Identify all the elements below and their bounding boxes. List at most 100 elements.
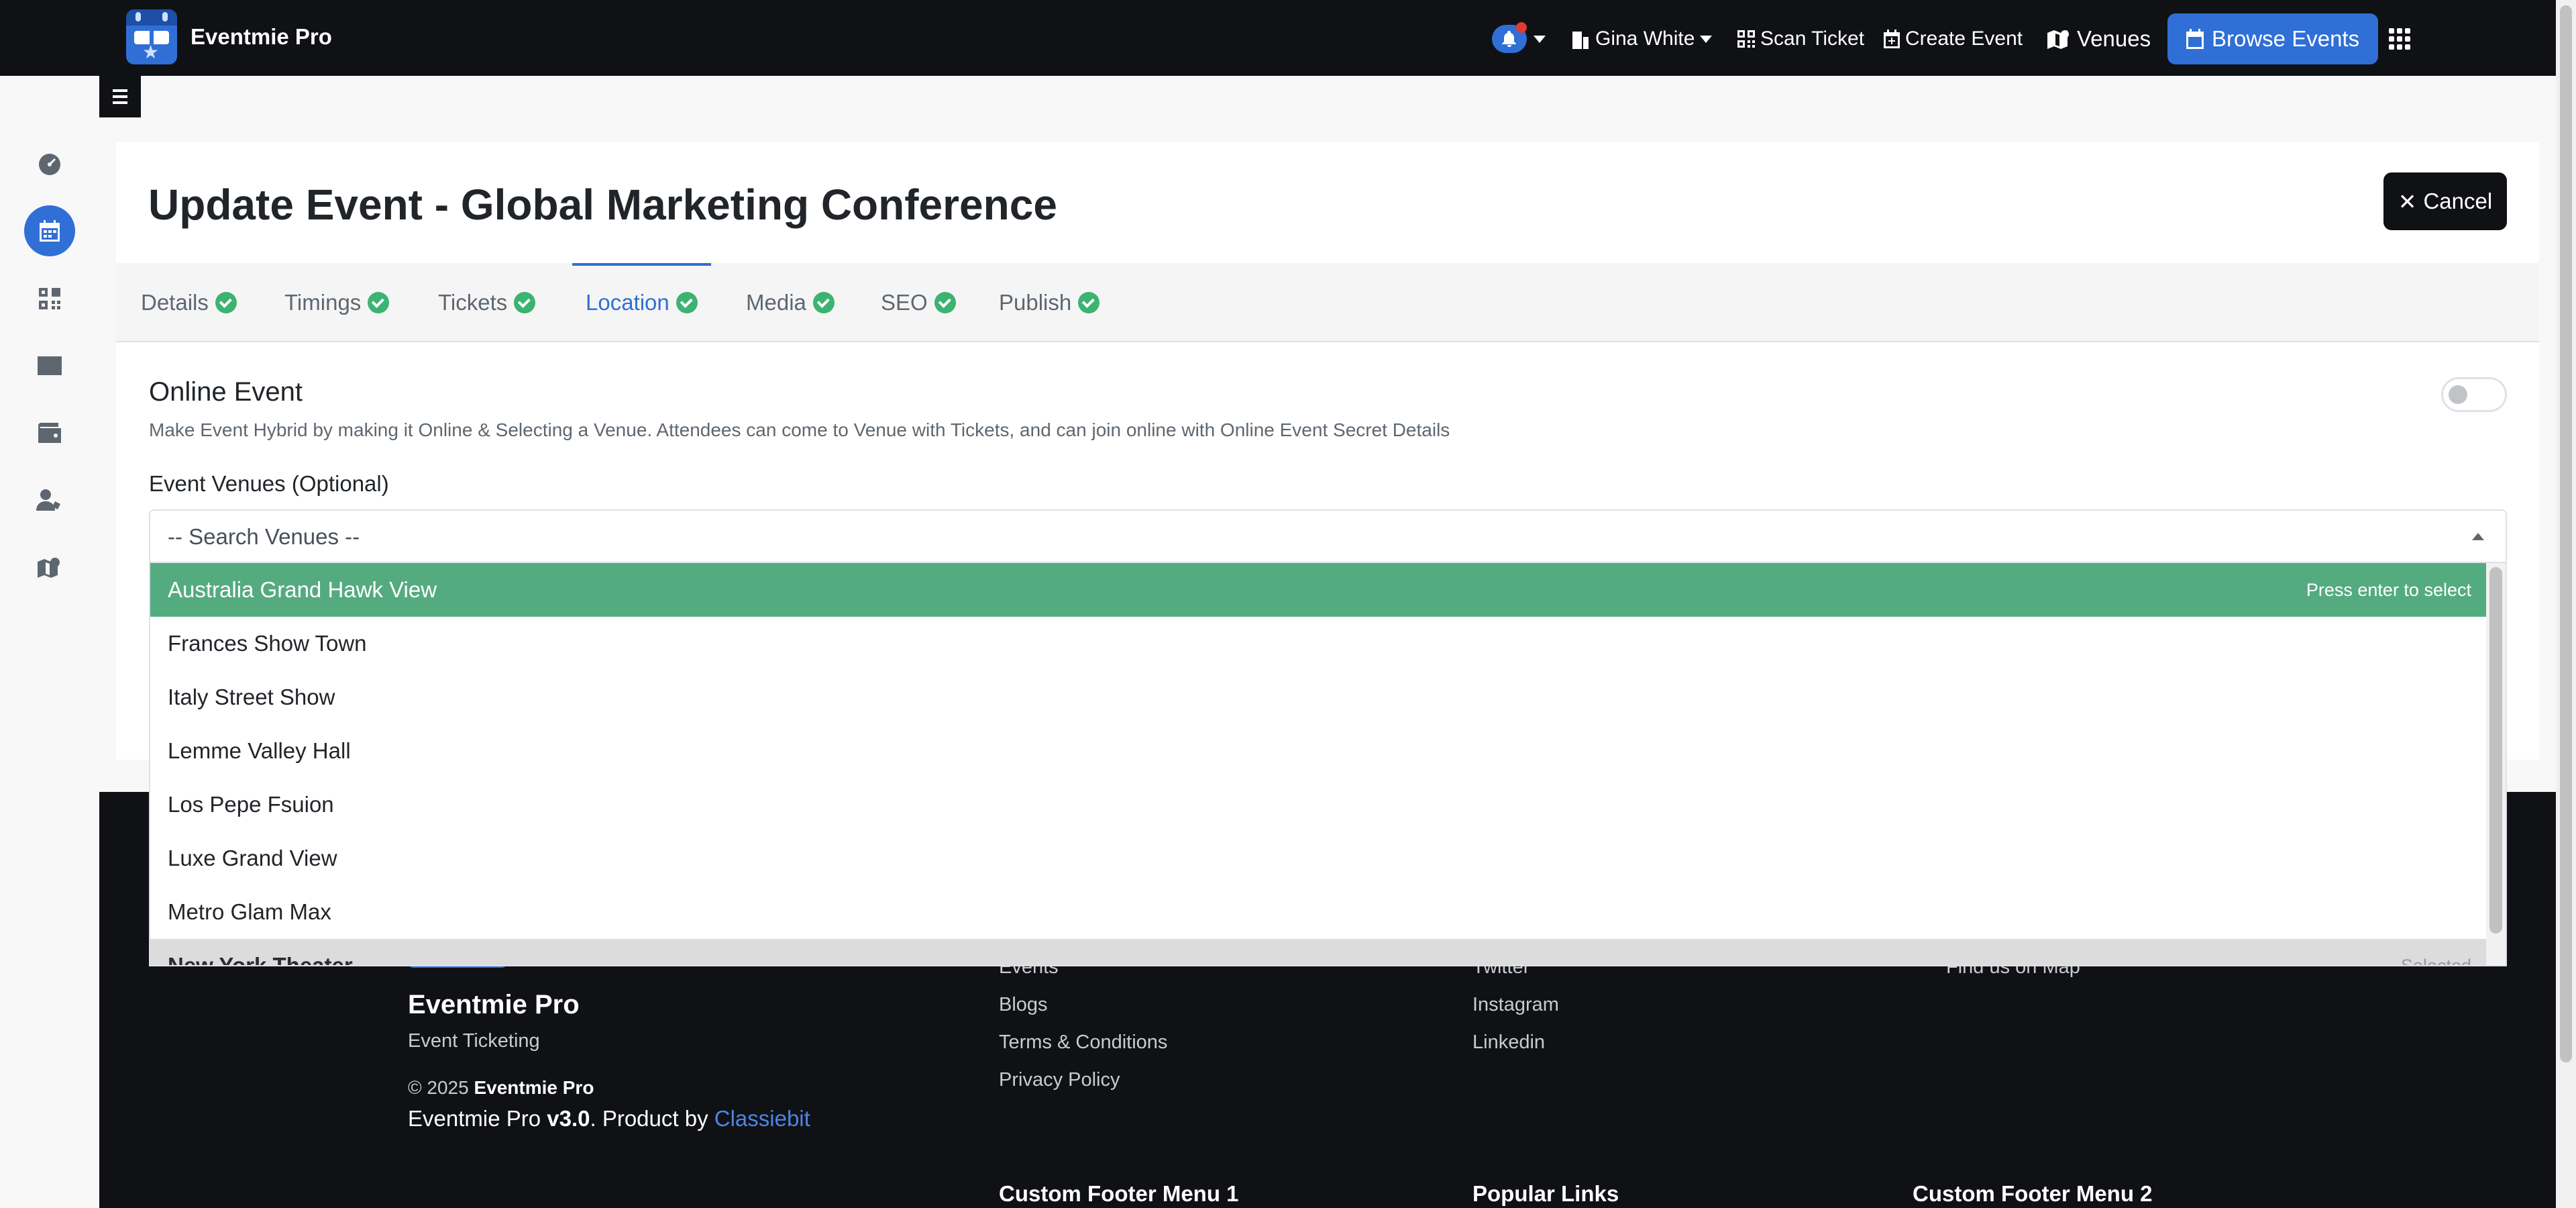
grid-icon <box>2389 28 2410 50</box>
tab-timings[interactable]: Timings <box>284 263 390 342</box>
footer-link-privacy[interactable]: Privacy Policy <box>999 1069 1120 1091</box>
page-title: Update Event - Global Marketing Conferen… <box>148 181 1057 229</box>
venue-option[interactable]: Frances Show Town <box>150 617 2489 670</box>
tab-label: Tickets <box>438 290 508 315</box>
cancel-button[interactable]: ✕ Cancel <box>2383 172 2507 230</box>
user-name: Gina White <box>1595 28 1695 50</box>
dropdown-scrollbar-thumb[interactable] <box>2489 567 2502 934</box>
check-circle-icon <box>1078 292 1100 313</box>
bell-icon <box>1492 22 1527 53</box>
notification-dot <box>1516 22 1527 33</box>
footer-link-blogs[interactable]: Blogs <box>999 994 1048 1016</box>
venue-option-label: Frances Show Town <box>168 631 367 656</box>
tab-label: Location <box>586 290 669 315</box>
brand-name: Eventmie Pro <box>191 24 332 49</box>
dashboard-icon[interactable] <box>24 139 75 190</box>
online-event-description: Make Event Hybrid by making it Online & … <box>149 419 1450 440</box>
footer-popular-links-heading: Popular Links <box>1472 1181 1619 1206</box>
tab-details[interactable]: Details <box>141 263 237 342</box>
venue-dropdown-list: Australia Grand Hawk View Press enter to… <box>149 563 2507 966</box>
cancel-label: Cancel <box>2423 189 2493 213</box>
tab-seo[interactable]: SEO <box>881 263 956 342</box>
building-icon <box>1572 32 1589 49</box>
copyright-brand: Eventmie Pro <box>474 1077 594 1098</box>
venue-option[interactable]: Italy Street Show <box>150 670 2489 724</box>
sidebar-toggle-button[interactable] <box>99 76 141 117</box>
venue-option-label: Italy Street Show <box>168 685 335 709</box>
calendar-icon <box>2186 29 2204 49</box>
top-navbar: ★ Eventmie Pro Gina White Scan Ticket Cr… <box>0 0 2556 76</box>
footer-link-linkedin[interactable]: Linkedin <box>1472 1031 1545 1054</box>
page-scrollbar-thumb[interactable] <box>2560 5 2572 1062</box>
tickets-icon[interactable] <box>24 340 75 391</box>
scan-ticket-link[interactable]: Scan Ticket <box>1737 13 1864 64</box>
version-number: v3.0 <box>547 1106 590 1131</box>
footer-version: Eventmie Pro v3.0. Product by Classiebit <box>408 1106 810 1131</box>
wallet-icon[interactable] <box>24 407 75 458</box>
tab-label: SEO <box>881 290 928 315</box>
calendar-plus-icon <box>1884 30 1900 48</box>
events-calendar-icon[interactable] <box>24 205 75 256</box>
footer-brand: Eventmie Pro <box>408 990 580 1019</box>
press-enter-hint: Press enter to select <box>2306 579 2471 600</box>
venue-option-selected[interactable]: New York Theater Selected <box>150 939 2489 966</box>
venue-search-placeholder: -- Search Venues -- <box>168 524 360 549</box>
sidebar <box>0 76 99 1208</box>
chevron-up-icon <box>2472 533 2484 540</box>
tab-label: Timings <box>284 290 362 315</box>
venue-option[interactable]: Australia Grand Hawk View Press enter to… <box>150 563 2489 617</box>
online-event-title: Online Event <box>149 377 303 407</box>
venue-option-label: Lemme Valley Hall <box>168 738 351 763</box>
check-circle-icon <box>514 292 536 313</box>
selected-hint: Selected <box>2400 955 2471 966</box>
tab-tickets[interactable]: Tickets <box>438 263 536 342</box>
venue-option-label: New York Theater <box>168 953 353 966</box>
notifications-button[interactable] <box>1492 13 1546 64</box>
tab-location[interactable]: Location <box>572 263 711 342</box>
user-menu[interactable]: Gina White <box>1571 13 1713 64</box>
footer-tagline: Event Ticketing <box>408 1030 540 1052</box>
tab-media[interactable]: Media <box>746 263 835 342</box>
footer-link-terms[interactable]: Terms & Conditions <box>999 1031 1167 1054</box>
tab-publish[interactable]: Publish <box>999 263 1100 342</box>
brand[interactable]: ★ Eventmie Pro <box>126 9 332 64</box>
venues-link[interactable]: Venues <box>2047 13 2151 64</box>
categories-icon[interactable] <box>24 273 75 324</box>
create-event-link[interactable]: Create Event <box>1884 13 2023 64</box>
users-icon[interactable] <box>24 474 75 525</box>
online-event-toggle[interactable] <box>2441 377 2507 412</box>
venue-option-label: Luxe Grand View <box>168 846 337 870</box>
footer-copyright: © 2025 Eventmie Pro <box>408 1077 594 1099</box>
apps-menu-button[interactable] <box>2389 13 2410 64</box>
venue-option-label: Los Pepe Fsuion <box>168 792 334 817</box>
chevron-down-icon <box>1534 35 1546 43</box>
company-link[interactable]: Classiebit <box>714 1106 810 1131</box>
venue-option[interactable]: Metro Glam Max <box>150 885 2489 939</box>
qrcode-icon <box>1737 30 1755 48</box>
footer-menu-1-heading: Custom Footer Menu 1 <box>999 1181 1239 1206</box>
close-icon: ✕ <box>2398 189 2417 214</box>
venues-map-icon[interactable] <box>24 542 75 593</box>
copyright-prefix: © 2025 <box>408 1077 474 1098</box>
venue-option[interactable]: Lemme Valley Hall <box>150 724 2489 778</box>
chevron-down-icon <box>1700 35 1713 43</box>
tab-label: Publish <box>999 290 1072 315</box>
venue-search-select[interactable]: -- Search Venues -- <box>149 509 2507 563</box>
venue-option-label: Metro Glam Max <box>168 899 331 924</box>
event-tabs: Details Timings Tickets Location Media S… <box>116 263 2539 342</box>
check-circle-icon <box>934 292 956 313</box>
check-circle-icon <box>676 292 698 313</box>
map-icon <box>2047 30 2069 49</box>
venue-option[interactable]: Luxe Grand View <box>150 832 2489 885</box>
footer-link-instagram[interactable]: Instagram <box>1472 994 1559 1016</box>
dropdown-scrollbar[interactable] <box>2486 563 2506 965</box>
venues-label: Venues <box>2077 26 2151 51</box>
product-by: . Product by <box>590 1106 714 1131</box>
page-scrollbar[interactable] <box>2556 0 2576 1208</box>
check-circle-icon <box>215 292 237 313</box>
check-circle-icon <box>368 292 390 313</box>
browse-events-button[interactable]: Browse Events <box>2167 13 2379 64</box>
tab-label: Media <box>746 290 806 315</box>
version-prefix: Eventmie Pro <box>408 1106 547 1131</box>
venue-option[interactable]: Los Pepe Fsuion <box>150 778 2489 832</box>
